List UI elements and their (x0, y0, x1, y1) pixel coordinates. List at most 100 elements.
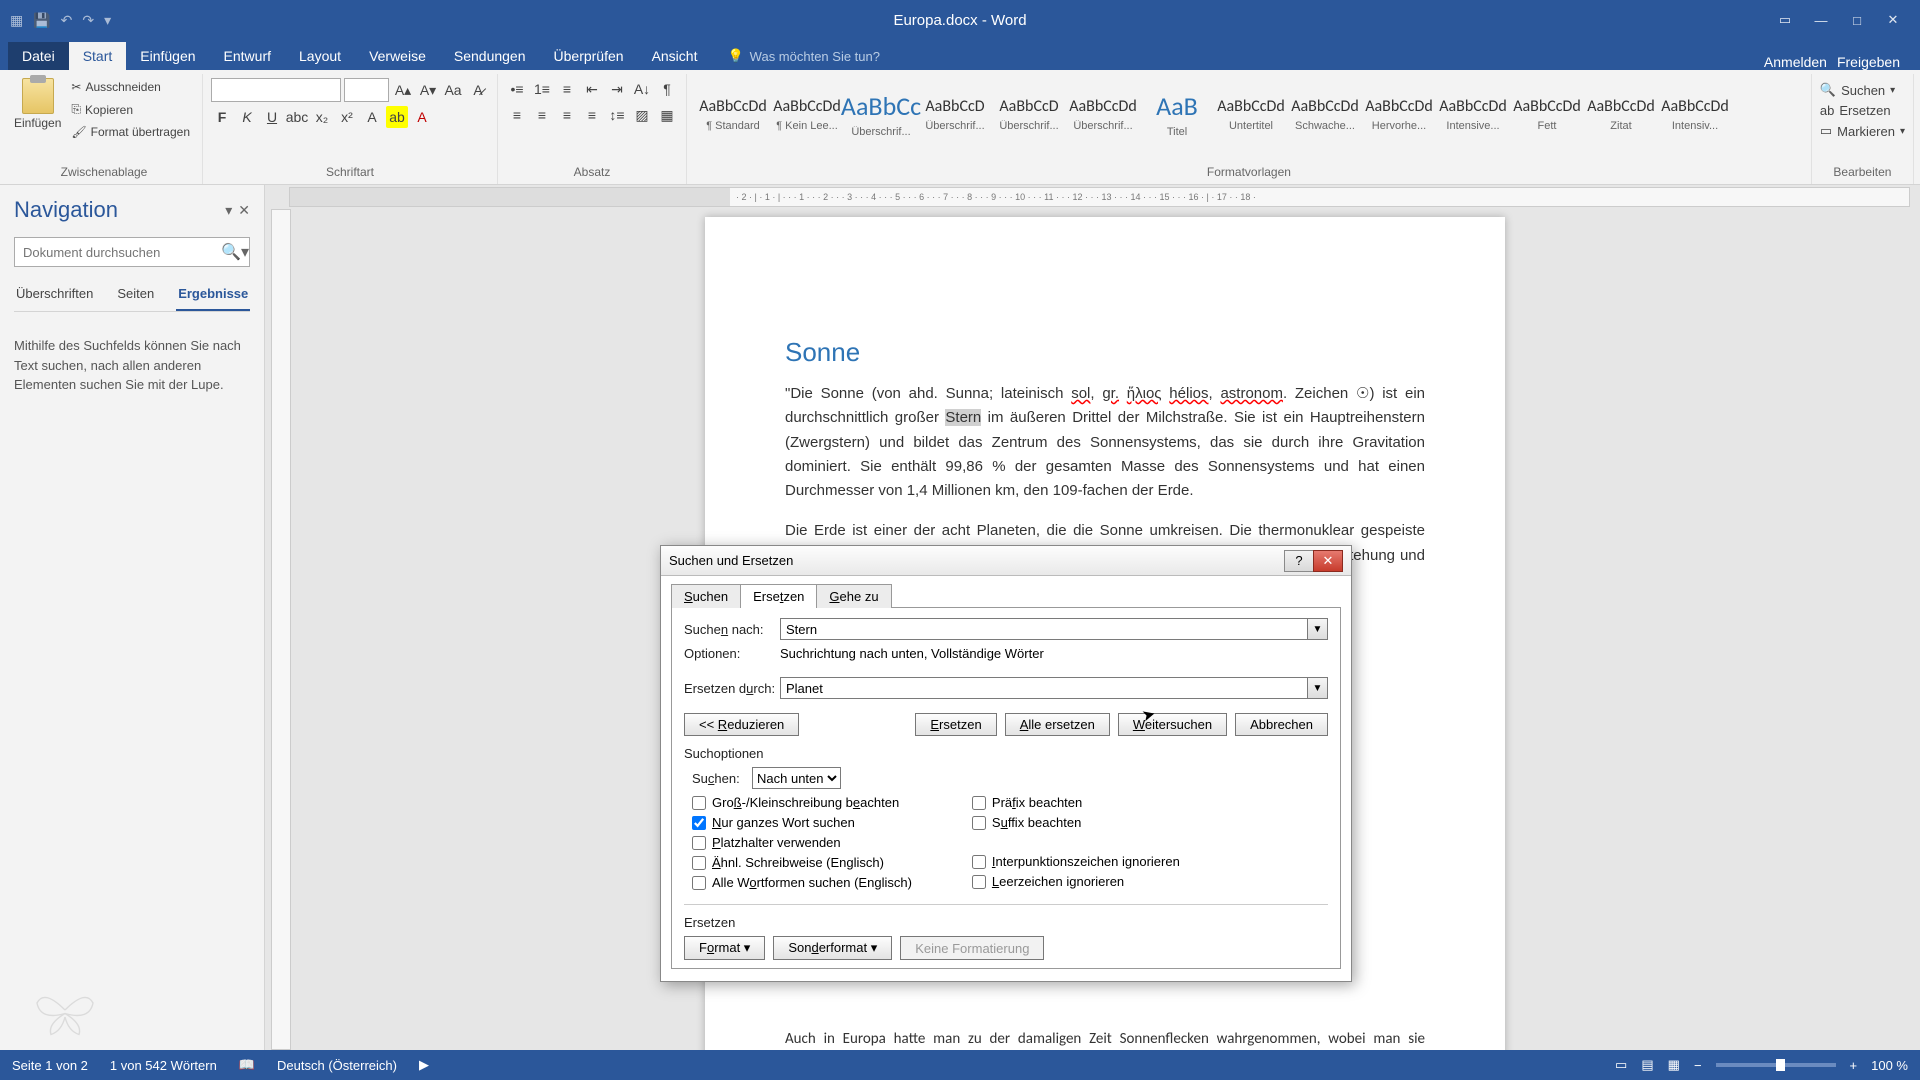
nav-tab-results[interactable]: Ergebnisse (176, 281, 250, 311)
replace-button[interactable]: abErsetzen (1820, 103, 1905, 118)
style-item[interactable]: AaBbCcDdZitat (1585, 80, 1657, 148)
nav-dropdown-icon[interactable]: ▾ (225, 202, 232, 219)
style-item[interactable]: AaBbCcDd¶ Standard (697, 80, 769, 148)
font-size-select[interactable] (344, 78, 389, 102)
superscript-button[interactable]: x² (336, 106, 358, 128)
nav-tab-pages[interactable]: Seiten (115, 281, 156, 311)
replace-input[interactable] (780, 677, 1308, 699)
nav-search[interactable]: 🔍▾ (14, 237, 250, 267)
italic-button[interactable]: K (236, 106, 258, 128)
dialog-help-button[interactable]: ? (1284, 550, 1314, 572)
tab-insert[interactable]: Einfügen (126, 42, 209, 70)
nav-close-icon[interactable]: ✕ (238, 202, 250, 219)
chk-ignore-punct[interactable]: Interpunktionszeichen ignorieren (972, 854, 1180, 869)
underline-button[interactable]: U (261, 106, 283, 128)
tab-references[interactable]: Verweise (355, 42, 440, 70)
tab-layout[interactable]: Layout (285, 42, 355, 70)
sort-icon[interactable]: A↓ (631, 78, 653, 100)
chk-prefix[interactable]: Präfix beachten (972, 795, 1180, 810)
minimize-icon[interactable]: — (1812, 11, 1830, 29)
search-direction-select[interactable]: Nach unten (752, 767, 841, 789)
style-item[interactable]: AaBbCcÜberschrif... (845, 80, 917, 148)
nav-tab-headings[interactable]: Überschriften (14, 281, 95, 311)
highlight-button[interactable]: ab (386, 106, 408, 128)
align-left-icon[interactable]: ≡ (506, 104, 528, 126)
clear-format-icon[interactable]: A̷ (467, 79, 489, 101)
style-item[interactable]: AaBbCcDdHervorhe... (1363, 80, 1435, 148)
ruler-vertical[interactable] (271, 209, 291, 1050)
find-input[interactable] (780, 618, 1308, 640)
style-item[interactable]: AaBbCcDÜberschrif... (993, 80, 1065, 148)
dlg-tab-goto[interactable]: Gehe zuGehe zu (816, 584, 891, 608)
show-marks-icon[interactable]: ¶ (656, 78, 678, 100)
save-icon[interactable]: 💾 (33, 12, 50, 29)
zoom-slider[interactable] (1716, 1063, 1836, 1067)
undo-icon[interactable]: ↶ (61, 12, 73, 29)
tab-mailings[interactable]: Sendungen (440, 42, 540, 70)
view-read-icon[interactable]: ▭ (1615, 1057, 1627, 1073)
chk-match-case[interactable]: Groß-/Kleinschreibung beachten (692, 795, 912, 810)
search-icon[interactable]: 🔍▾ (221, 242, 249, 262)
dialog-close-button[interactable]: ✕ (1313, 550, 1343, 572)
replace-one-button[interactable]: Ersetzen (915, 713, 996, 736)
numbering-icon[interactable]: 1≡ (531, 78, 553, 100)
change-case-icon[interactable]: Aa (442, 79, 464, 101)
dlg-tab-find[interactable]: SSuchenuchen (671, 584, 741, 608)
shading-icon[interactable]: ▨ (631, 104, 653, 126)
tab-start[interactable]: Start (69, 42, 127, 70)
strike-button[interactable]: abc (286, 106, 308, 128)
ribbon-options-icon[interactable]: ▭ (1776, 11, 1794, 29)
justify-icon[interactable]: ≡ (581, 104, 603, 126)
style-item[interactable]: AaBbCcDdFett (1511, 80, 1583, 148)
borders-icon[interactable]: ▦ (656, 104, 678, 126)
find-dropdown-icon[interactable]: ▼ (1308, 618, 1328, 640)
find-button[interactable]: 🔍Suchen ▾ (1820, 82, 1905, 98)
chk-whole-word[interactable]: Nur ganzes Wort suchen (692, 815, 912, 830)
status-words[interactable]: 1 von 542 Wörtern (110, 1058, 217, 1073)
line-spacing-icon[interactable]: ↕≡ (606, 104, 628, 126)
bold-button[interactable]: F (211, 106, 233, 128)
font-color-button[interactable]: A (411, 106, 433, 128)
style-item[interactable]: AaBbCcDdUntertitel (1215, 80, 1287, 148)
redo-icon[interactable]: ↷ (82, 12, 94, 29)
chk-wildcards[interactable]: Platzhalter verwenden (692, 835, 912, 850)
paste-button[interactable]: Einfügen (14, 78, 61, 130)
chk-suffix[interactable]: Suffix beachten (972, 815, 1180, 830)
style-item[interactable]: AaBbCcDdÜberschrif... (1067, 80, 1139, 148)
bullets-icon[interactable]: •≡ (506, 78, 528, 100)
replace-all-button[interactable]: Alle ersetzen (1005, 713, 1110, 736)
dialog-titlebar[interactable]: Suchen und Ersetzen ? ✕ (661, 546, 1351, 576)
style-item[interactable]: AaBTitel (1141, 80, 1213, 148)
format-painter-button[interactable]: 🖌Format übertragen (67, 123, 194, 141)
zoom-level[interactable]: 100 % (1871, 1058, 1908, 1073)
style-item[interactable]: AaBbCcDdIntensive... (1437, 80, 1509, 148)
zoom-out-icon[interactable]: − (1694, 1058, 1702, 1073)
align-right-icon[interactable]: ≡ (556, 104, 578, 126)
less-button[interactable]: << Reduzieren (684, 713, 799, 736)
replace-dropdown-icon[interactable]: ▼ (1308, 677, 1328, 699)
nav-search-input[interactable] (15, 245, 221, 260)
chk-sounds-like[interactable]: Ähnl. Schreibweise (Englisch) (692, 855, 912, 870)
signin-link[interactable]: Anmelden (1764, 54, 1827, 70)
tab-file[interactable]: Datei (8, 42, 69, 70)
format-button[interactable]: Format ▾ (684, 936, 765, 960)
status-macro-icon[interactable]: ▶ (419, 1057, 429, 1073)
style-item[interactable]: AaBbCcDd¶ Kein Lee... (771, 80, 843, 148)
tell-me[interactable]: 💡Was möchten Sie tun? (711, 42, 896, 70)
find-next-button[interactable]: Weitersuchen (1118, 713, 1227, 736)
multilevel-icon[interactable]: ≡ (556, 78, 578, 100)
chk-ignore-white[interactable]: Leerzeichen ignorieren (972, 874, 1180, 889)
select-button[interactable]: ▭Markieren ▾ (1820, 123, 1905, 139)
align-center-icon[interactable]: ≡ (531, 104, 553, 126)
tab-review[interactable]: Überprüfen (540, 42, 638, 70)
styles-gallery[interactable]: AaBbCcDd¶ StandardAaBbCcDd¶ Kein Lee...A… (695, 78, 1733, 150)
special-button[interactable]: Sonderformat ▾ (773, 936, 892, 960)
qat-more-icon[interactable]: ▾ (104, 12, 111, 29)
status-proof-icon[interactable]: 📖 (239, 1057, 255, 1073)
outdent-icon[interactable]: ⇤ (581, 78, 603, 100)
zoom-in-icon[interactable]: + (1850, 1058, 1858, 1073)
tab-design[interactable]: Entwurf (210, 42, 285, 70)
ruler-horizontal[interactable]: · 2 · | · 1 · | · · · 1 · · · 2 · · · 3 … (289, 187, 1910, 207)
view-web-icon[interactable]: ▦ (1668, 1057, 1680, 1073)
chk-word-forms[interactable]: Alle Wortformen suchen (Englisch) (692, 875, 912, 890)
